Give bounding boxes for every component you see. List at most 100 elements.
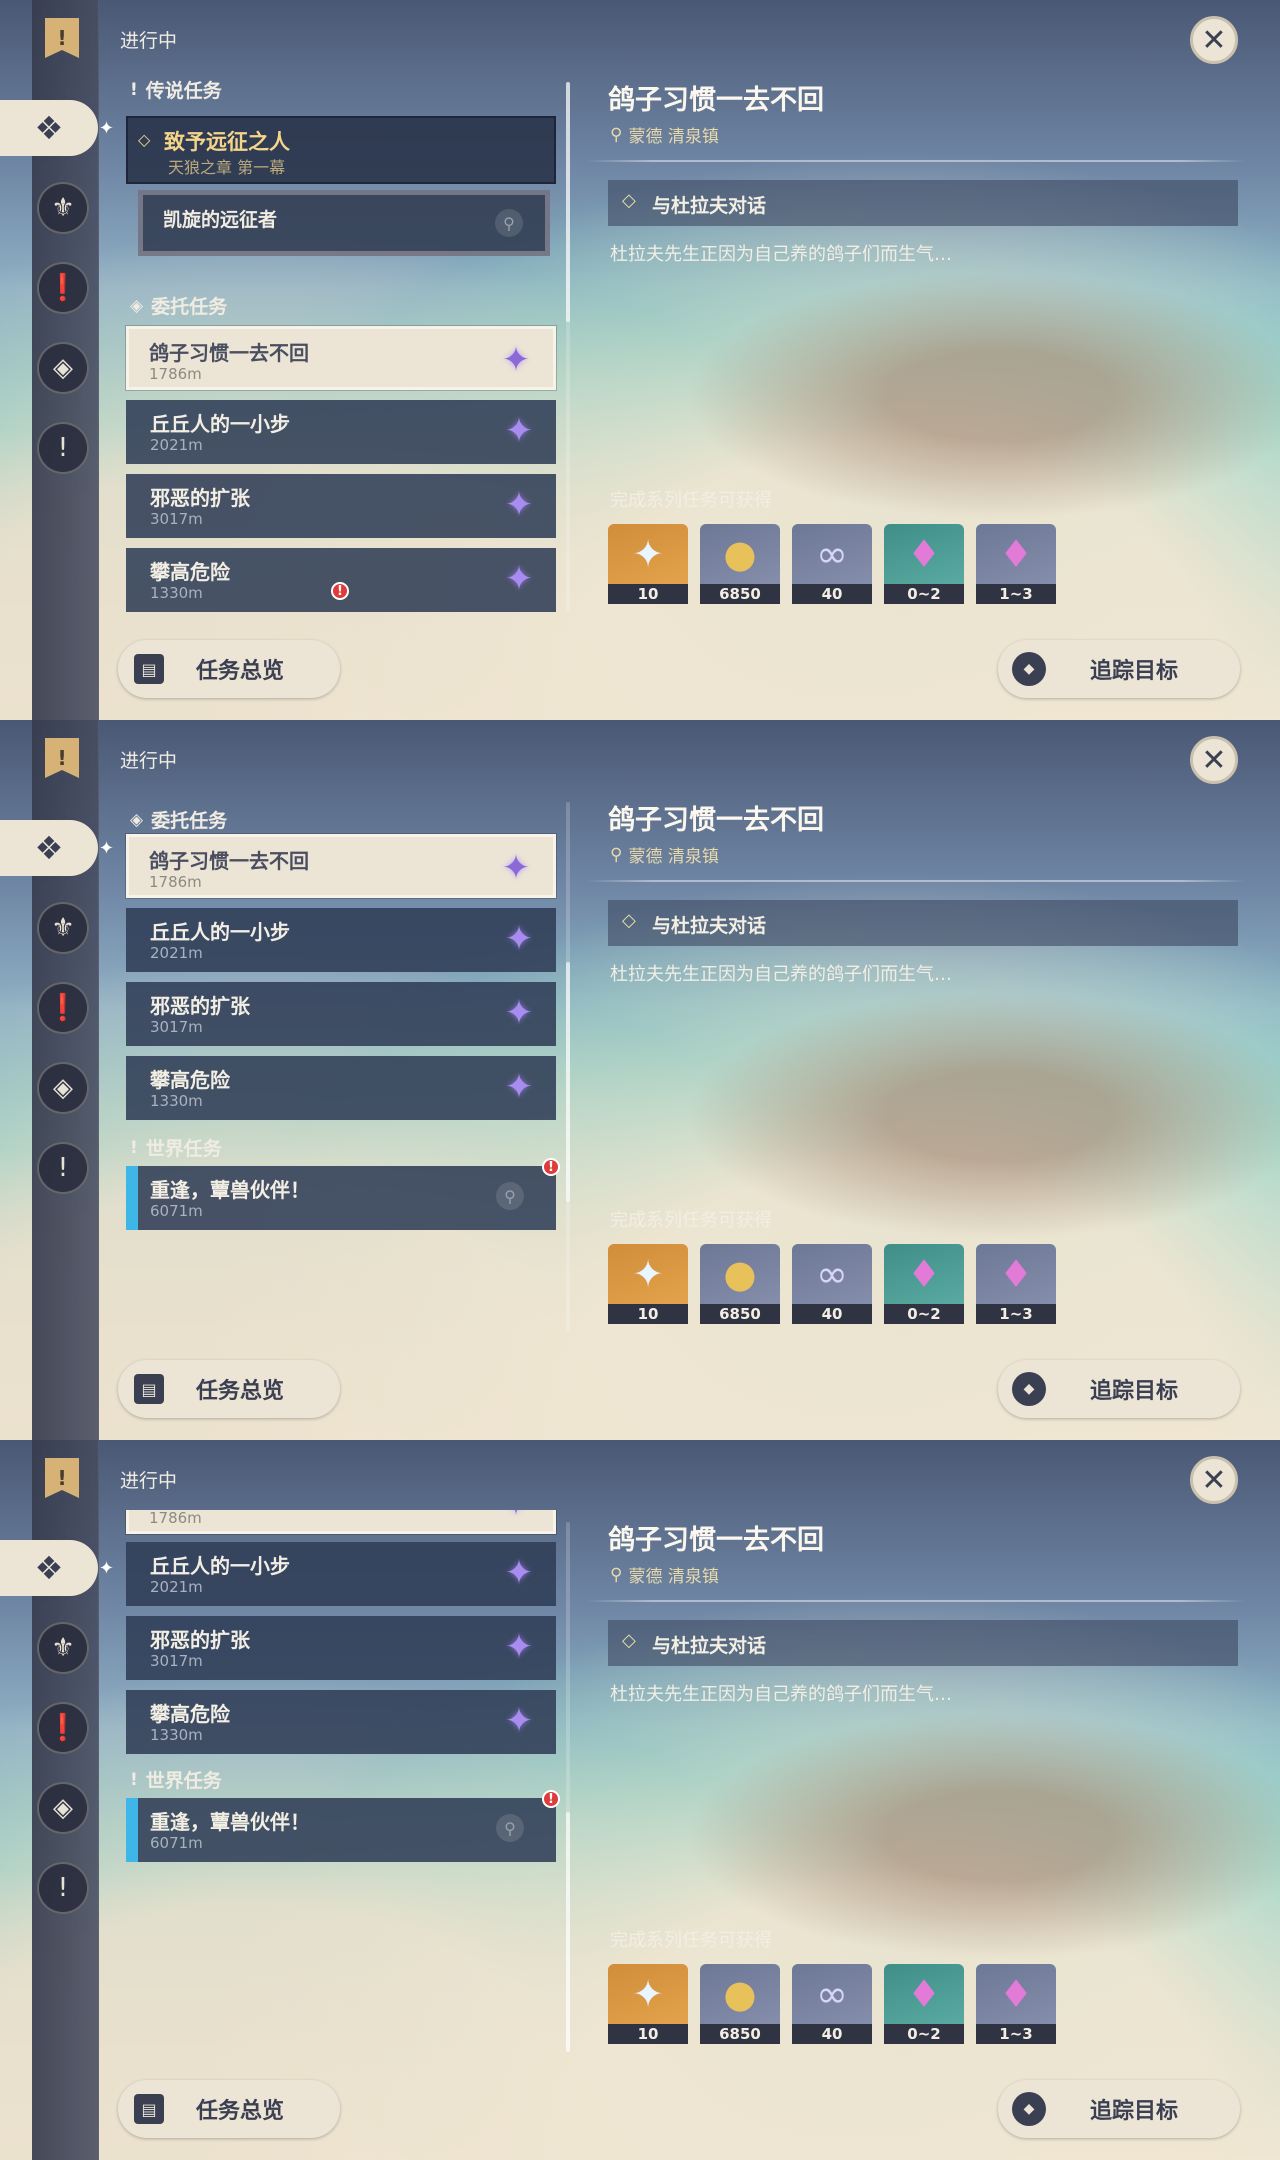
story-quest-icon: ❗ bbox=[46, 993, 80, 1023]
location-pin-icon: ⚲ bbox=[610, 1564, 623, 1585]
world-quest-icon: ! bbox=[57, 1873, 69, 1903]
commission-star-icon: ✦ bbox=[504, 485, 534, 525]
overview-label: 任务总览 bbox=[196, 659, 285, 684]
sidebar-item-world[interactable]: ! bbox=[37, 1862, 89, 1914]
sidebar-item-all-quests[interactable]: ❖ ✦ bbox=[0, 1540, 114, 1596]
reward-adventure-exp[interactable]: ∞ 40 bbox=[792, 1244, 872, 1324]
quest-distance: 1330m bbox=[150, 1726, 203, 1744]
quest-item[interactable]: 丘丘人的一小步 2021m ✦ bbox=[126, 908, 556, 972]
legend-subquest-item[interactable]: 凯旋的远征者 ⚲ bbox=[138, 190, 550, 256]
sidebar-item-all-quests[interactable]: ❖ ✦ bbox=[0, 100, 114, 156]
mora-icon: ● bbox=[723, 532, 757, 576]
primogem-icon: ✦ bbox=[632, 1972, 664, 2016]
world-quest-item[interactable]: 重逢，蕈兽伙伴！ 6071m ⚲ bbox=[126, 1798, 556, 1862]
quest-list-scrollbar[interactable] bbox=[566, 82, 570, 612]
sidebar-item-archon[interactable]: ⚜ bbox=[37, 182, 89, 234]
reward-crystal-cluster[interactable]: ♦ 1~3 bbox=[976, 1244, 1056, 1324]
detail-title: 鸽子习惯一去不回 bbox=[608, 1525, 824, 1556]
quest-list-scrollbar[interactable] bbox=[566, 802, 570, 1332]
scrollbar-thumb[interactable] bbox=[566, 962, 570, 1202]
sidebar-item-world[interactable]: ! bbox=[37, 1142, 89, 1194]
sidebar-item-story[interactable]: ❗ bbox=[37, 262, 89, 314]
reward-crystal-chunk[interactable]: ♦ 0~2 bbox=[884, 1244, 964, 1324]
rewards-label: 完成系列任务可获得 bbox=[610, 490, 772, 511]
status-label: 进行中 bbox=[120, 30, 178, 52]
mora-icon: ● bbox=[723, 1252, 757, 1296]
sidebar-item-story[interactable]: ❗ bbox=[37, 1702, 89, 1754]
quest-title: 丘丘人的一小步 bbox=[150, 412, 290, 436]
reward-adventure-exp[interactable]: ∞ 40 bbox=[792, 1964, 872, 2044]
objective-diamond-icon: ◇ bbox=[622, 910, 636, 931]
quest-distance: 1786m bbox=[149, 873, 202, 891]
quest-list[interactable]: 鸽子习惯一去不回 1786m ✦ 丘丘人的一小步 2021m ✦ 邪恶的扩张 3… bbox=[120, 1510, 565, 2060]
detail-location: ⚲ 蒙德 清泉镇 bbox=[610, 124, 719, 148]
quest-item[interactable]: 攀高危险 1330m ✦ bbox=[126, 1690, 556, 1754]
sidebar-item-commission[interactable]: ◈ bbox=[37, 342, 89, 394]
sidebar-item-story[interactable]: ❗ bbox=[37, 982, 89, 1034]
quest-distance: 1786m bbox=[149, 1510, 202, 1527]
quest-item[interactable]: 攀高危险 1330m ✦ bbox=[126, 548, 556, 612]
quest-overview-button[interactable]: ▤ 任务总览 bbox=[118, 1360, 340, 1418]
quest-title: 邪恶的扩张 bbox=[150, 994, 250, 1018]
reward-crystal-chunk[interactable]: ♦ 0~2 bbox=[884, 1964, 964, 2044]
selected-spark-icon: ✦ bbox=[98, 1557, 114, 1579]
quest-item-selected[interactable]: 鸽子习惯一去不回 1786m ✦ bbox=[126, 834, 556, 898]
world-section-icon: ! bbox=[130, 1769, 138, 1790]
quest-item[interactable]: 丘丘人的一小步 2021m ✦ bbox=[126, 400, 556, 464]
reward-count: 1~3 bbox=[976, 584, 1056, 604]
quest-distance: 3017m bbox=[150, 1018, 203, 1036]
objective-diamond-icon: ◇ bbox=[622, 1630, 636, 1651]
legend-quest-item[interactable]: ◇ 致予远征之人 天狼之章 第一幕 bbox=[126, 116, 556, 184]
sidebar-item-commission[interactable]: ◈ bbox=[37, 1782, 89, 1834]
quest-overview-button[interactable]: ▤ 任务总览 bbox=[118, 640, 340, 698]
track-button[interactable]: ◆ 追踪目标 bbox=[998, 640, 1240, 698]
quest-item-selected[interactable]: 鸽子习惯一去不回 1786m ✦ bbox=[126, 326, 556, 390]
sidebar-item-archon[interactable]: ⚜ bbox=[37, 902, 89, 954]
quest-list-scrollbar[interactable] bbox=[566, 1522, 570, 2052]
quest-distance: 2021m bbox=[150, 436, 203, 454]
reward-primogem[interactable]: ✦ 10 bbox=[608, 1964, 688, 2044]
reward-primogem[interactable]: ✦ 10 bbox=[608, 1244, 688, 1324]
world-quest-item[interactable]: 重逢，蕈兽伙伴！ 6071m ⚲ bbox=[126, 1166, 556, 1230]
divider bbox=[586, 880, 1246, 882]
reward-mora[interactable]: ● 6850 bbox=[700, 1244, 780, 1324]
all-quests-icon: ❖ bbox=[34, 1549, 64, 1587]
track-button[interactable]: ◆ 追踪目标 bbox=[998, 2080, 1240, 2138]
sidebar-item-archon[interactable]: ⚜ bbox=[37, 1622, 89, 1674]
scrollbar-thumb[interactable] bbox=[566, 82, 570, 322]
legend-quest-icon: ! bbox=[130, 79, 138, 100]
reward-mora[interactable]: ● 6850 bbox=[700, 524, 780, 604]
quest-list[interactable]: ! 传说任务 ◇ 致予远征之人 天狼之章 第一幕 凯旋的远征者 ⚲ ◈ 委托任务 鸽… bbox=[120, 70, 565, 620]
scrollbar-thumb[interactable] bbox=[566, 1812, 570, 2052]
quest-item[interactable]: 邪恶的扩张 3017m ✦ bbox=[126, 474, 556, 538]
quest-item[interactable]: 攀高危险 1330m ✦ bbox=[126, 1056, 556, 1120]
sidebar-item-world[interactable]: ! bbox=[37, 422, 89, 474]
quest-item[interactable]: 邪恶的扩张 3017m ✦ bbox=[126, 1616, 556, 1680]
quest-book-icon: ▤ bbox=[134, 1374, 164, 1404]
reward-crystal-chunk[interactable]: ♦ 0~2 bbox=[884, 524, 964, 604]
quest-item[interactable]: 丘丘人的一小步 2021m ✦ bbox=[126, 1542, 556, 1606]
objective-text: 与杜拉夫对话 bbox=[652, 1635, 767, 1657]
reward-crystal-cluster[interactable]: ♦ 1~3 bbox=[976, 1964, 1056, 2044]
quest-item-selected[interactable]: 鸽子习惯一去不回 1786m ✦ bbox=[126, 1510, 556, 1534]
detail-location: ⚲ 蒙德 清泉镇 bbox=[610, 1564, 719, 1588]
quest-screen-1: ! ❖ ✦ ⚜ ❗ ◈ ! 进行中 ✕ ! 传说任务 ◇ 致予远征之人 天狼之章 第… bbox=[0, 0, 1280, 720]
reward-mora[interactable]: ● 6850 bbox=[700, 1964, 780, 2044]
reward-adventure-exp[interactable]: ∞ 40 bbox=[792, 524, 872, 604]
divider bbox=[586, 160, 1246, 162]
quest-screen-2: ! ❖ ✦ ⚜ ❗ ◈ ! 进行中 ✕ ◈ 委托任务 鸽子习惯一去不回 1786m … bbox=[0, 720, 1280, 1440]
overview-label: 任务总览 bbox=[196, 2099, 285, 2124]
reward-primogem[interactable]: ✦ 10 bbox=[608, 524, 688, 604]
reward-crystal-cluster[interactable]: ♦ 1~3 bbox=[976, 524, 1056, 604]
section-header-world: ! 世界任务 bbox=[130, 1769, 222, 1793]
quest-overview-button[interactable]: ▤ 任务总览 bbox=[118, 2080, 340, 2138]
track-button[interactable]: ◆ 追踪目标 bbox=[998, 1360, 1240, 1418]
quest-title: 重逢，蕈兽伙伴！ bbox=[150, 1178, 310, 1202]
quest-list[interactable]: ◈ 委托任务 鸽子习惯一去不回 1786m ✦ 丘丘人的一小步 2021m ✦ 邪… bbox=[120, 790, 565, 1340]
sidebar-item-all-quests[interactable]: ❖ ✦ bbox=[0, 820, 114, 876]
sidebar-item-commission[interactable]: ◈ bbox=[37, 1062, 89, 1114]
quest-detail: 鸽子习惯一去不回 ⚲ 蒙德 清泉镇 ◇ 与杜拉夫对话 杜拉夫先生正因为自己养的鸽子们… bbox=[586, 1440, 1248, 2160]
quest-item[interactable]: 邪恶的扩张 3017m ✦ bbox=[126, 982, 556, 1046]
detail-location: ⚲ 蒙德 清泉镇 bbox=[610, 844, 719, 868]
detail-title: 鸽子习惯一去不回 bbox=[608, 85, 824, 116]
